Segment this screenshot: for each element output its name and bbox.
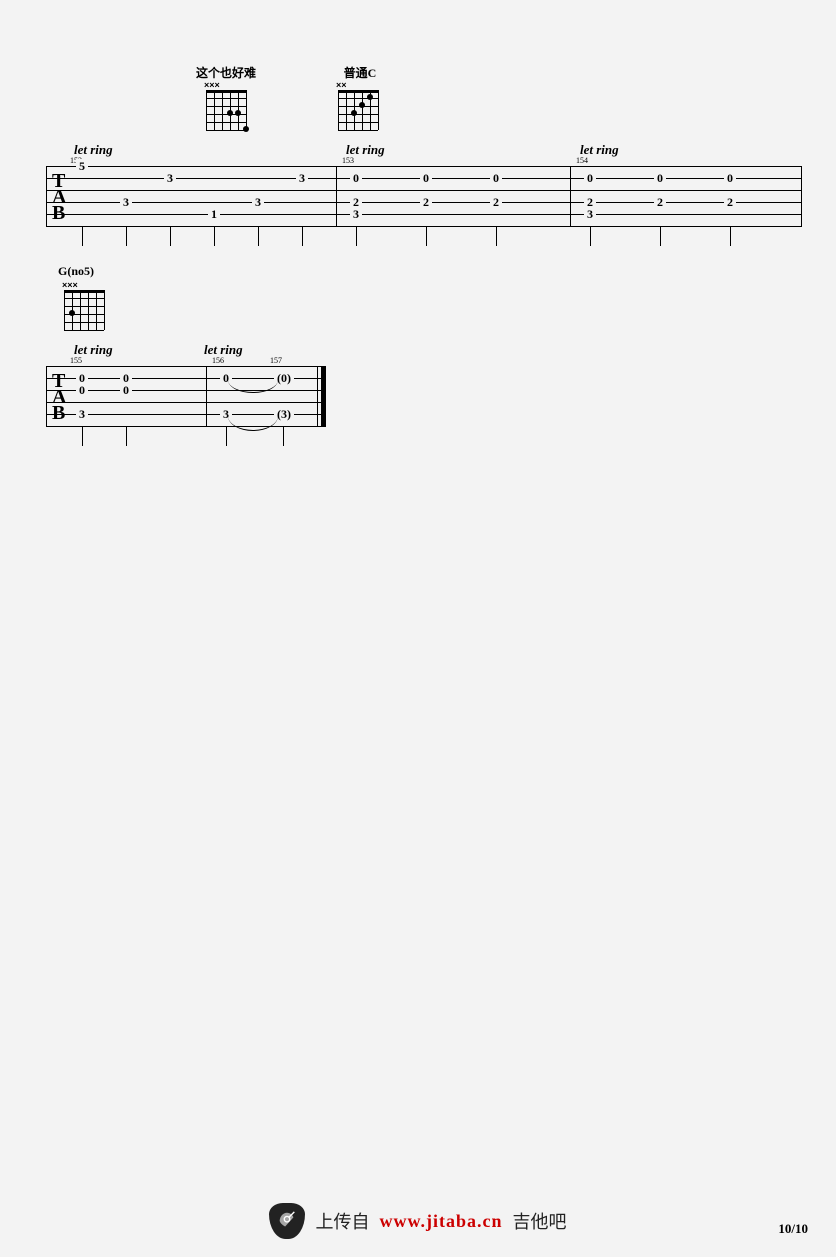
footer-url: www.jitaba.cn	[379, 1211, 502, 1232]
chord-name: 这个也好难	[186, 64, 266, 81]
chord-diagram: ×××	[64, 280, 104, 330]
tab-note: 3	[584, 207, 596, 222]
tab-note: 2	[654, 195, 666, 210]
let-ring-label: let ring	[74, 342, 113, 358]
tab-note: 0	[584, 171, 596, 186]
tab-note: 3	[252, 195, 264, 210]
guitar-pick-icon	[269, 1203, 305, 1239]
chord-name: 普通C	[330, 64, 390, 81]
tab-note: 0	[76, 383, 88, 398]
staff-2: T A B 155 0 0 3 0 0 156 0 3 157 (0) (3)	[46, 366, 326, 436]
tab-note: 0	[420, 171, 432, 186]
footer-site-name: 吉他吧	[513, 1208, 567, 1234]
tab-note: 0	[490, 171, 502, 186]
let-ring-label: let ring	[580, 142, 619, 158]
tab-note: 3	[76, 407, 88, 422]
tab-note: 0	[724, 171, 736, 186]
tab-note: 2	[420, 195, 432, 210]
page-number: 10/10	[778, 1221, 808, 1237]
tab-note: 0	[654, 171, 666, 186]
tab-label-b: B	[52, 206, 65, 220]
staff-1: T A B 152 5 3 3 1 3 3 153 0 2 3 0 2 0 2 …	[46, 166, 802, 236]
tab-note: 5	[76, 159, 88, 174]
tab-note: (0)	[274, 371, 294, 386]
tab-note: 3	[296, 171, 308, 186]
page: T A B 152 5 3 3 1 3 3 153 0 2 3 0 2 0 2 …	[0, 0, 836, 1257]
chord-diagram: ×××	[206, 80, 246, 130]
tab-note: 3	[164, 171, 176, 186]
tie	[228, 380, 278, 393]
chord-diagram: ××	[338, 80, 378, 130]
bar-number: 157	[270, 356, 282, 365]
tie	[228, 416, 278, 431]
tab-note: 3	[120, 195, 132, 210]
tab-note: 3	[350, 207, 362, 222]
footer-upload-label: 上传自	[315, 1208, 369, 1234]
let-ring-label: let ring	[204, 342, 243, 358]
tab-note: 2	[490, 195, 502, 210]
tab-note: 0	[120, 383, 132, 398]
let-ring-label: let ring	[74, 142, 113, 158]
tab-label-b: B	[52, 406, 65, 420]
chord-name: G(no5)	[58, 264, 118, 279]
footer: 上传自 www.jitaba.cn 吉他吧	[0, 1203, 836, 1239]
tab-note: 1	[208, 207, 220, 222]
tab-note: 2	[724, 195, 736, 210]
let-ring-label: let ring	[346, 142, 385, 158]
tab-note: 0	[350, 171, 362, 186]
